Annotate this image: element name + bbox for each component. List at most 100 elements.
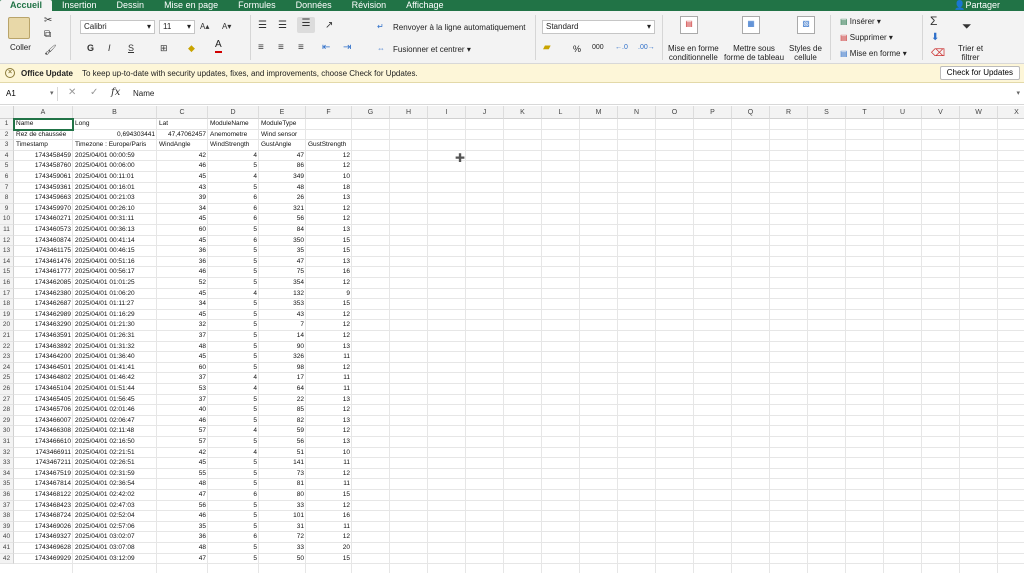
cell[interactable]: 11 bbox=[306, 479, 352, 490]
row-header[interactable]: 36 bbox=[0, 490, 14, 501]
row-header[interactable]: 41 bbox=[0, 543, 14, 554]
cell[interactable]: 12 bbox=[306, 469, 352, 480]
cell[interactable]: 22 bbox=[259, 395, 306, 406]
cell[interactable]: 46 bbox=[157, 416, 208, 427]
cell[interactable]: 1743462380 bbox=[14, 289, 73, 300]
cell[interactable]: 6 bbox=[208, 532, 259, 543]
cell[interactable]: 11 bbox=[306, 458, 352, 469]
cell[interactable]: 12 bbox=[306, 278, 352, 289]
cell[interactable]: 1743467211 bbox=[14, 458, 73, 469]
currency-icon[interactable]: ▰ bbox=[543, 41, 551, 55]
column-header-R[interactable]: R bbox=[770, 106, 808, 119]
row-header[interactable]: 18 bbox=[0, 299, 14, 310]
cell[interactable]: 12 bbox=[306, 204, 352, 215]
format-cells-button[interactable]: ▤ Mise en forme ▾ bbox=[840, 49, 907, 58]
row-header[interactable]: 40 bbox=[0, 532, 14, 543]
cell[interactable]: 20 bbox=[306, 543, 352, 554]
cell[interactable]: GustAngle bbox=[259, 140, 306, 151]
cell[interactable]: 7 bbox=[259, 320, 306, 331]
cell[interactable]: 6 bbox=[208, 236, 259, 247]
cell[interactable]: 1743461777 bbox=[14, 267, 73, 278]
cell[interactable]: 2025/04/01 00:51:16 bbox=[73, 257, 157, 268]
cell[interactable]: 13 bbox=[306, 395, 352, 406]
cell[interactable]: 5 bbox=[208, 543, 259, 554]
cell[interactable]: 2025/04/01 00:31:11 bbox=[73, 214, 157, 225]
cell[interactable]: 15 bbox=[306, 299, 352, 310]
cell[interactable]: 321 bbox=[259, 204, 306, 215]
cell[interactable]: 5 bbox=[208, 522, 259, 533]
cell[interactable]: 2025/04/01 01:41:41 bbox=[73, 363, 157, 374]
cell[interactable]: 45 bbox=[157, 214, 208, 225]
cell[interactable]: 132 bbox=[259, 289, 306, 300]
cell[interactable]: 2025/04/01 00:16:01 bbox=[73, 183, 157, 194]
cell[interactable]: 15 bbox=[306, 490, 352, 501]
column-header-G[interactable]: G bbox=[352, 106, 390, 119]
column-header-K[interactable]: K bbox=[504, 106, 542, 119]
chevron-down-icon[interactable]: ▾ bbox=[1016, 89, 1020, 97]
tab-5[interactable]: Données bbox=[286, 0, 342, 11]
tab-6[interactable]: Révision bbox=[342, 0, 397, 11]
cell[interactable]: 13 bbox=[306, 437, 352, 448]
cell[interactable]: 1743459970 bbox=[14, 204, 73, 215]
cell[interactable]: 326 bbox=[259, 352, 306, 363]
cell[interactable]: 141 bbox=[259, 458, 306, 469]
clear-icon[interactable]: ⌫ bbox=[931, 47, 945, 61]
column-header-D[interactable]: D bbox=[208, 106, 259, 119]
cell[interactable]: 31 bbox=[259, 522, 306, 533]
cell[interactable]: 13 bbox=[306, 416, 352, 427]
cell[interactable]: 6 bbox=[208, 204, 259, 215]
cell[interactable]: 1743469929 bbox=[14, 554, 73, 565]
row-header[interactable]: 24 bbox=[0, 362, 14, 374]
cell[interactable]: 55 bbox=[157, 469, 208, 480]
row-header[interactable]: 34 bbox=[0, 468, 14, 480]
cell[interactable]: 39 bbox=[157, 193, 208, 204]
align-middle-icon[interactable]: ☰ bbox=[278, 19, 287, 33]
row-header[interactable]: 32 bbox=[0, 447, 14, 459]
merge-center-button[interactable]: Fusionner et centrer ▾ bbox=[393, 45, 471, 54]
cell[interactable]: 1743464200 bbox=[14, 352, 73, 363]
cell[interactable]: 34 bbox=[157, 299, 208, 310]
row-header[interactable]: 42 bbox=[0, 553, 14, 565]
autosum-icon[interactable]: Σ bbox=[930, 14, 937, 28]
column-header-O[interactable]: O bbox=[656, 106, 694, 119]
cell[interactable]: 2025/04/01 01:46:42 bbox=[73, 373, 157, 384]
cell[interactable]: 13 bbox=[306, 193, 352, 204]
cell[interactable]: 56 bbox=[157, 501, 208, 512]
cell[interactable]: 57 bbox=[157, 437, 208, 448]
thousands-button[interactable]: 000 bbox=[592, 44, 604, 51]
cell[interactable]: ModuleName bbox=[208, 119, 259, 130]
underline-button[interactable]: S bbox=[128, 41, 134, 55]
row-header[interactable]: 25 bbox=[0, 373, 14, 384]
cell[interactable]: 13 bbox=[306, 225, 352, 236]
cell[interactable]: 1743469026 bbox=[14, 522, 73, 533]
cell[interactable]: 4 bbox=[208, 426, 259, 437]
cell[interactable]: 12 bbox=[306, 320, 352, 331]
cell[interactable]: Timezone : Europe/Paris bbox=[73, 140, 157, 151]
cell[interactable]: 13 bbox=[306, 257, 352, 268]
column-header-U[interactable]: U bbox=[884, 106, 922, 119]
orientation-icon[interactable]: ↗ bbox=[325, 19, 333, 33]
row-header[interactable]: 37 bbox=[0, 500, 14, 512]
cell[interactable]: 2025/04/01 01:01:25 bbox=[73, 278, 157, 289]
tab-1[interactable]: Insertion bbox=[52, 0, 107, 11]
cell[interactable]: 2025/04/01 02:16:50 bbox=[73, 437, 157, 448]
cell[interactable]: 2025/04/01 00:00:59 bbox=[73, 151, 157, 162]
cell[interactable]: 47 bbox=[259, 257, 306, 268]
cell[interactable]: 15 bbox=[306, 246, 352, 257]
fill-icon[interactable]: ⬇ bbox=[931, 31, 939, 45]
cell[interactable]: 37 bbox=[157, 395, 208, 406]
cell[interactable]: 12 bbox=[306, 331, 352, 342]
cell[interactable]: 12 bbox=[306, 161, 352, 172]
cell[interactable]: 1743459061 bbox=[14, 172, 73, 183]
cell[interactable]: 16 bbox=[306, 267, 352, 278]
row-header[interactable]: 27 bbox=[0, 394, 14, 406]
cell[interactable]: 4 bbox=[208, 151, 259, 162]
cell[interactable]: 2025/04/01 02:42:02 bbox=[73, 490, 157, 501]
cell[interactable]: 12 bbox=[306, 151, 352, 162]
row-header[interactable]: 21 bbox=[0, 331, 14, 342]
font-color-icon[interactable]: A bbox=[215, 39, 222, 53]
cell[interactable]: 2025/04/01 01:31:32 bbox=[73, 342, 157, 353]
cell[interactable]: 33 bbox=[259, 543, 306, 554]
cell[interactable]: 60 bbox=[157, 363, 208, 374]
cell[interactable]: 1743466610 bbox=[14, 437, 73, 448]
